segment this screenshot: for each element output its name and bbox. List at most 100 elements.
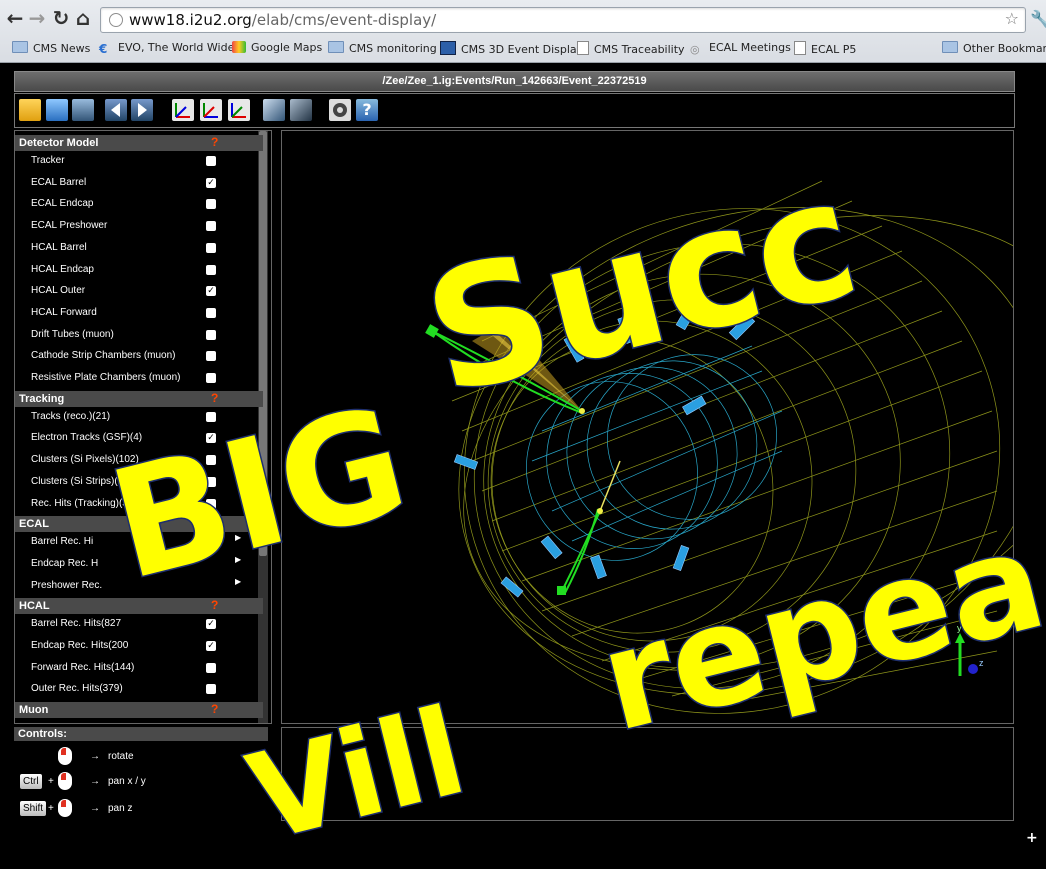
section-header[interactable]: Muon? — [15, 702, 263, 719]
control-action: pan z — [108, 803, 133, 814]
visibility-checkbox[interactable]: ✓ — [206, 641, 216, 651]
sidebar-item[interactable]: Resistive Plate Chambers (muon) — [15, 369, 263, 387]
visibility-checkbox[interactable] — [206, 156, 216, 166]
wrench-icon[interactable]: 🔧 — [1030, 10, 1046, 30]
home-icon[interactable]: ⌂ — [72, 6, 94, 30]
visibility-checkbox[interactable] — [206, 498, 216, 509]
control-pan-z: Shift + → pan z — [14, 799, 264, 821]
section-title: Tracking — [19, 392, 65, 405]
sidebar-item-label: Tracks (reco.)(21) — [31, 410, 111, 422]
help-icon[interactable]: ? — [356, 99, 378, 121]
sidebar-item[interactable]: HCAL Endcap — [15, 261, 263, 279]
page-icon — [794, 41, 806, 55]
settings-gear-icon[interactable] — [329, 99, 351, 121]
event-3d-viewport[interactable]: y z — [281, 130, 1014, 724]
visibility-checkbox[interactable] — [206, 242, 216, 253]
visibility-checkbox[interactable]: ✓ — [206, 286, 216, 297]
sidebar-item[interactable]: ECAL Preshower — [15, 217, 263, 235]
visibility-checkbox[interactable] — [206, 662, 216, 673]
orthographic-cube-icon[interactable] — [290, 99, 312, 121]
section-header[interactable]: Tracking? — [15, 390, 263, 407]
perspective-cube-icon[interactable] — [263, 99, 285, 121]
section-help-icon[interactable]: ? — [211, 135, 218, 149]
sidebar-item[interactable]: Electron Tracks (GSF)(4) ✓ — [15, 429, 263, 447]
section-title: Detector Model — [19, 137, 99, 149]
sidebar-item[interactable]: Barrel Rec. Hits(827 ✓ — [15, 615, 263, 633]
event-title: /Zee/Zee_1.ig:Events/Run_142663/Event_22… — [382, 75, 647, 87]
sidebar-item[interactable]: HCAL Barrel — [15, 239, 263, 257]
screenshot-icon[interactable] — [72, 99, 94, 121]
sidebar-item[interactable]: Endcap Rec. Hits(200 ✓ — [15, 637, 263, 655]
bookmark-other[interactable]: Other Bookmarks — [942, 41, 1046, 55]
submenu-arrow-icon[interactable]: ▶ — [235, 577, 241, 586]
visibility-checkbox[interactable] — [206, 329, 216, 340]
bookmark-cms-3d[interactable]: CMS 3D Event Display — [440, 41, 583, 56]
sidebar-item-label: Rec. Hits (Tracking)(301) — [31, 497, 143, 509]
ctrl-key: Ctrl — [20, 774, 42, 789]
visibility-checkbox[interactable]: ✓ — [206, 433, 216, 444]
bookmark-star-icon[interactable]: ☆ — [1005, 9, 1019, 28]
shift-key: Shift — [20, 801, 47, 816]
section-help-icon[interactable]: ? — [211, 516, 218, 530]
visibility-checkbox[interactable]: ✓ — [206, 619, 216, 630]
bookmark-cms-monitoring[interactable]: CMS monitoring — [328, 41, 437, 55]
section-header[interactable]: HCAL? — [15, 598, 263, 615]
visibility-checkbox[interactable] — [206, 307, 216, 318]
event-scene: y z — [425, 180, 1013, 714]
sidebar-item[interactable]: Endcap Rec. H ▶ — [15, 555, 263, 573]
bookmark-ecal-p5[interactable]: ECAL P5 — [794, 41, 856, 56]
visibility-checkbox[interactable] — [206, 455, 216, 466]
visibility-checkbox[interactable] — [206, 221, 216, 232]
sidebar-item[interactable]: Tracker — [15, 152, 263, 170]
next-event-icon[interactable] — [131, 99, 153, 121]
section-help-icon[interactable]: ? — [211, 598, 218, 612]
visibility-checkbox[interactable]: ✓ — [206, 177, 216, 188]
back-icon[interactable]: ← — [4, 6, 26, 30]
forward-icon[interactable]: → — [26, 6, 48, 30]
visibility-checkbox[interactable] — [206, 373, 216, 383]
bookmark-google-maps[interactable]: Google Maps — [232, 41, 322, 54]
visibility-checkbox[interactable] — [206, 684, 216, 695]
visibility-checkbox[interactable] — [206, 476, 216, 487]
bookmark-cms-news[interactable]: CMS News — [12, 41, 90, 55]
view-xz-icon[interactable] — [228, 99, 250, 121]
submenu-arrow-icon[interactable]: ▶ — [235, 555, 241, 564]
bookmark-ecal-meetings[interactable]: ◎ ECAL Meetings — [690, 41, 791, 56]
visibility-checkbox[interactable] — [206, 199, 216, 210]
open-folder-icon[interactable] — [19, 99, 41, 121]
sidebar-item[interactable]: Barrel Rec. Hi ▶ — [15, 533, 263, 551]
address-bar[interactable]: www18.i2u2.org/elab/cms/event-display/ ☆ — [100, 7, 1026, 33]
sidebar-item[interactable]: ECAL Endcap — [15, 195, 263, 213]
axes-gizmo: y z — [955, 623, 984, 676]
section-help-icon[interactable]: ? — [211, 702, 218, 716]
sidebar-item[interactable]: Preshower Rec. ▶ — [15, 577, 263, 595]
reload-icon[interactable]: ↻ — [50, 6, 72, 30]
submenu-arrow-icon[interactable]: ▶ — [235, 533, 241, 542]
section-header[interactable]: ECAL? — [15, 516, 263, 533]
plus-icon[interactable]: + — [1026, 830, 1038, 846]
sidebar-item[interactable]: Outer Rec. Hits(379) — [15, 680, 263, 698]
visibility-checkbox[interactable] — [206, 351, 216, 362]
sidebar-item[interactable]: Clusters (Si Pixels)(102) — [15, 451, 263, 469]
bookmark-evo[interactable]: € EVO, The World Wide — [99, 41, 234, 56]
view-xy-icon[interactable] — [172, 99, 194, 121]
sidebar-item[interactable]: Rec. Hits (Tracking)(301) — [15, 495, 263, 513]
visibility-checkbox[interactable] — [206, 264, 216, 275]
section-help-icon[interactable]: ? — [211, 391, 218, 405]
previous-event-icon[interactable] — [105, 99, 127, 121]
sidebar-item[interactable]: Drift Tubes (muon) — [15, 326, 263, 344]
bookmark-cms-traceability[interactable]: CMS Traceability — [577, 41, 685, 56]
sidebar-item[interactable]: Cathode Strip Chambers (muon) — [15, 347, 263, 365]
sidebar-item[interactable]: HCAL Outer ✓ — [15, 282, 263, 300]
sidebar-item[interactable]: Clusters (Si Strips)(1172) — [15, 473, 263, 491]
view-yz-icon[interactable] — [200, 99, 222, 121]
export-icon[interactable] — [46, 99, 68, 121]
section-header[interactable]: Detector Model? — [15, 135, 263, 151]
sidebar-item[interactable]: HCAL Forward — [15, 304, 263, 322]
sidebar-item[interactable]: ECAL Barrel ✓ — [15, 174, 263, 192]
mouse-icon — [58, 747, 72, 765]
control-pan-xy: Ctrl + → pan x / y — [14, 772, 264, 794]
sidebar-item[interactable]: Forward Rec. Hits(144) — [15, 659, 263, 677]
visibility-checkbox[interactable] — [206, 411, 216, 422]
sidebar-item[interactable]: Tracks (reco.)(21) — [15, 408, 263, 426]
